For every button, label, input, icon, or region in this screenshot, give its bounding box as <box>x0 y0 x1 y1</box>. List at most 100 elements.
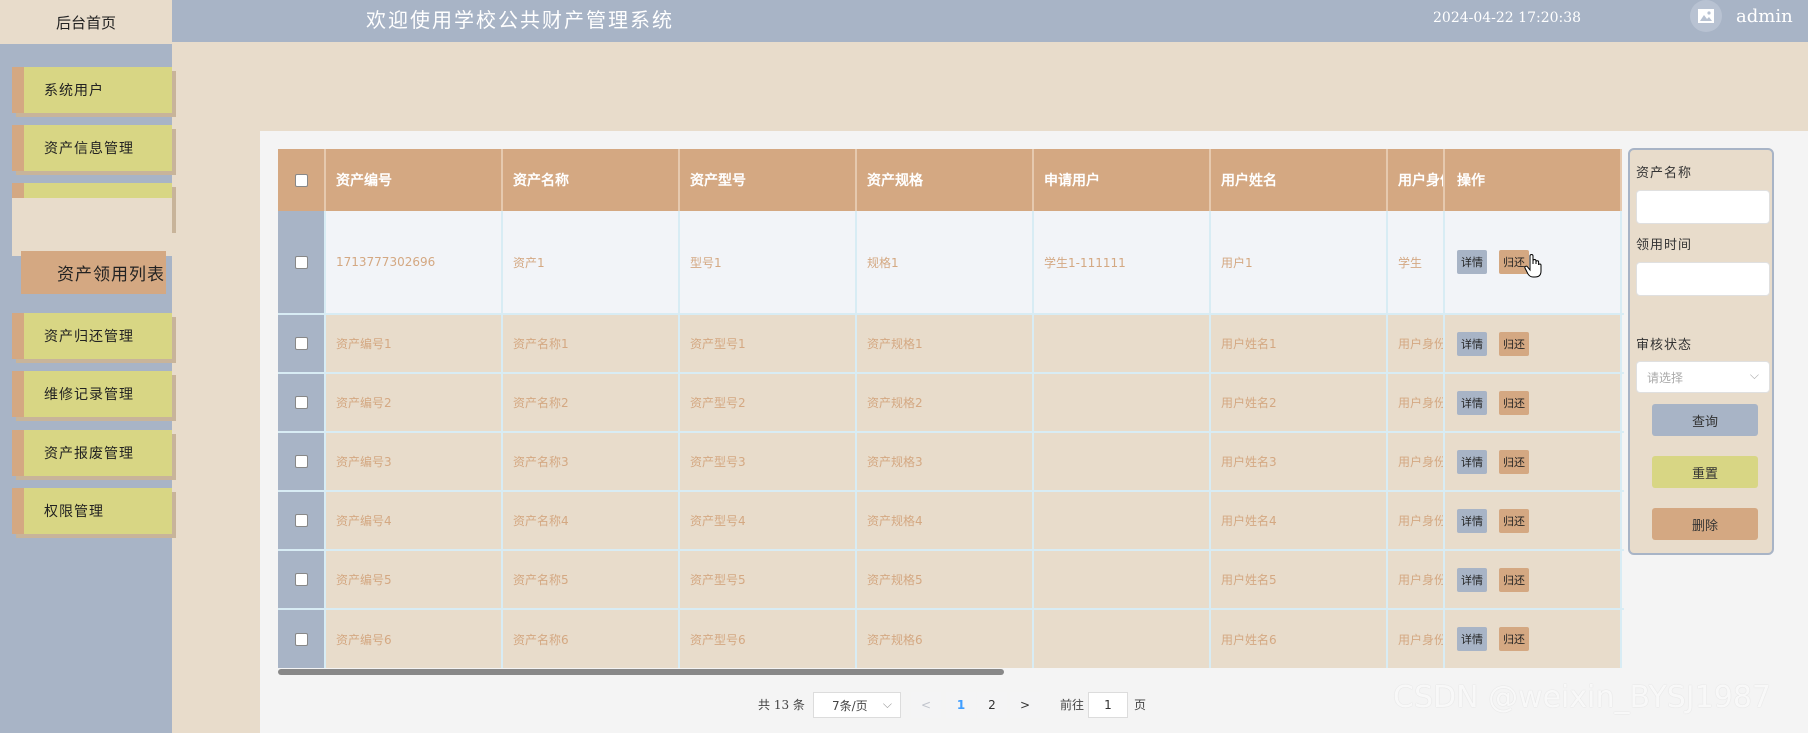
table-row[interactable]: 资产编号3 资产名称3 资产型号3 资产规格3 用户姓名3 用户身份 详情 归还 <box>278 433 1624 492</box>
query-button[interactable]: 查询 <box>1652 404 1758 436</box>
cell-actions: 详情 归还 <box>1445 551 1622 608</box>
return-button[interactable]: 归还 <box>1499 331 1529 356</box>
cell-asset-model: 资产型号1 <box>680 315 857 372</box>
next-page-button[interactable]: > <box>1010 692 1040 718</box>
search-panel: 资产名称 领用时间 审核状态 请选择 ⌵ 查询 重置 删除 <box>1628 148 1774 555</box>
delete-button[interactable]: 删除 <box>1652 508 1758 540</box>
row-checkbox-cell[interactable] <box>278 374 326 431</box>
detail-button[interactable]: 详情 <box>1457 627 1487 651</box>
asset-name-label: 资产名称 <box>1636 166 1693 181</box>
row-checkbox-cell[interactable] <box>278 211 326 313</box>
cell-asset-no: 资产编号4 <box>326 492 503 549</box>
cell-user-name: 用户姓名4 <box>1211 492 1388 549</box>
return-button[interactable]: 归还 <box>1499 567 1529 592</box>
page-size-select[interactable]: 7条/页 ⌵ <box>813 692 901 718</box>
cell-asset-spec: 资产规格5 <box>857 551 1034 608</box>
row-checkbox-cell[interactable] <box>278 551 326 608</box>
row-checkbox[interactable] <box>294 396 308 409</box>
system-title: 欢迎使用学校公共财产管理系统 <box>366 8 674 32</box>
cell-actions: 详情 归还 <box>1445 492 1622 549</box>
sidebar-item-asset-return[interactable]: 资产归还管理 <box>12 313 172 359</box>
status-select[interactable]: 请选择 ⌵ <box>1636 361 1770 393</box>
goto-page-input[interactable]: 1 <box>1088 692 1128 718</box>
row-checkbox[interactable] <box>294 632 308 646</box>
cell-actions: 详情 归还 <box>1445 610 1622 668</box>
row-checkbox[interactable] <box>294 255 308 269</box>
return-button[interactable]: 归还 <box>1499 508 1529 533</box>
cell-user-role: 用户身份 <box>1388 610 1445 668</box>
table-row[interactable]: 1713777302696 资产1 型号1 规格1 学生1-111111 用户1… <box>278 211 1624 315</box>
receive-time-input[interactable] <box>1636 262 1770 296</box>
table-header: 资产编号 资产名称 资产型号 资产规格 申请用户 用户姓名 用户身份 操作 <box>278 149 1624 211</box>
sidebar-item-receive-list[interactable]: 资产领用列表 <box>21 251 166 294</box>
prev-page-button[interactable]: < <box>911 692 941 718</box>
cell-asset-spec: 资产规格4 <box>857 492 1034 549</box>
cell-user-role: 用户身份 <box>1388 492 1445 549</box>
detail-button[interactable]: 详情 <box>1457 331 1487 356</box>
image-icon <box>1698 9 1714 23</box>
asset-name-input[interactable] <box>1636 190 1770 224</box>
detail-button[interactable]: 详情 <box>1457 567 1487 592</box>
sidebar-item-system-users[interactable]: 系统用户 <box>12 67 172 113</box>
row-checkbox[interactable] <box>294 573 308 586</box>
table-row[interactable]: 资产编号6 资产名称6 资产型号6 资产规格6 用户姓名6 用户身份 详情 归还 <box>278 610 1624 668</box>
detail-button[interactable]: 详情 <box>1457 390 1487 415</box>
cell-applicant: 学生1-111111 <box>1034 211 1211 313</box>
select-all-checkbox[interactable] <box>294 173 308 187</box>
row-checkbox-cell[interactable] <box>278 433 326 490</box>
reset-button[interactable]: 重置 <box>1652 456 1758 488</box>
cell-actions: 详情 归还 <box>1445 315 1622 372</box>
cell-asset-model: 资产型号4 <box>680 492 857 549</box>
username[interactable]: admin <box>1736 6 1793 27</box>
return-button[interactable]: 归还 <box>1499 627 1529 651</box>
cell-applicant <box>1034 315 1211 372</box>
cell-user-name: 用户姓名6 <box>1211 610 1388 668</box>
sidebar-item-repair-records[interactable]: 维修记录管理 <box>12 371 172 417</box>
sidebar-item-asset-scrap[interactable]: 资产报废管理 <box>12 430 172 476</box>
cell-asset-spec: 资产规格3 <box>857 433 1034 490</box>
cell-asset-spec: 规格1 <box>857 211 1034 313</box>
select-all-cell[interactable] <box>278 149 326 211</box>
row-checkbox[interactable] <box>294 337 308 350</box>
cell-user-role: 用户身份 <box>1388 433 1445 490</box>
cell-asset-model: 资产型号5 <box>680 551 857 608</box>
cell-asset-name: 资产名称3 <box>503 433 680 490</box>
cell-applicant <box>1034 433 1211 490</box>
table-row[interactable]: 资产编号2 资产名称2 资产型号2 资产规格2 用户姓名2 用户身份 详情 归还 <box>278 374 1624 433</box>
detail-button[interactable]: 详情 <box>1457 250 1487 274</box>
page-1-button[interactable]: 1 <box>946 692 976 718</box>
return-button[interactable]: 归还 <box>1499 390 1529 415</box>
home-link[interactable]: 后台首页 <box>0 0 172 44</box>
row-checkbox[interactable] <box>294 514 308 527</box>
table-row[interactable]: 资产编号5 资产名称5 资产型号5 资产规格5 用户姓名5 用户身份 详情 归还 <box>278 551 1624 610</box>
page-2-button[interactable]: 2 <box>977 692 1007 718</box>
row-checkbox-cell[interactable] <box>278 492 326 549</box>
avatar[interactable] <box>1690 0 1722 32</box>
column-header: 用户姓名 <box>1211 149 1388 211</box>
detail-button[interactable]: 详情 <box>1457 508 1487 533</box>
hand-cursor-icon <box>1524 254 1542 278</box>
row-checkbox-cell[interactable] <box>278 610 326 668</box>
row-checkbox-cell[interactable] <box>278 315 326 372</box>
receive-time-label: 领用时间 <box>1636 238 1693 253</box>
detail-button[interactable]: 详情 <box>1457 449 1487 474</box>
sidebar-item-permissions[interactable]: 权限管理 <box>12 488 172 534</box>
column-header: 资产型号 <box>680 149 857 211</box>
table-row[interactable]: 资产编号4 资产名称4 资产型号4 资产规格4 用户姓名4 用户身份 详情 归还 <box>278 492 1624 551</box>
horizontal-scrollbar[interactable] <box>278 669 1004 675</box>
row-checkbox[interactable] <box>294 455 308 468</box>
return-button[interactable]: 归还 <box>1499 449 1529 474</box>
column-header: 资产名称 <box>503 149 680 211</box>
current-datetime: 2024-04-22 17:20:38 <box>1433 10 1582 26</box>
cell-user-role: 用户身份 <box>1388 374 1445 431</box>
column-header: 资产编号 <box>326 149 503 211</box>
sidebar-item-asset-info[interactable]: 资产信息管理 <box>12 125 172 171</box>
cell-user-name: 用户姓名1 <box>1211 315 1388 372</box>
table-row[interactable]: 资产编号1 资产名称1 资产型号1 资产规格1 用户姓名1 用户身份 详情 归还 <box>278 315 1624 374</box>
cell-asset-model: 资产型号6 <box>680 610 857 668</box>
cell-applicant <box>1034 374 1211 431</box>
cell-asset-name: 资产名称1 <box>503 315 680 372</box>
cell-asset-spec: 资产规格1 <box>857 315 1034 372</box>
cell-asset-model: 资产型号3 <box>680 433 857 490</box>
cell-user-name: 用户姓名3 <box>1211 433 1388 490</box>
